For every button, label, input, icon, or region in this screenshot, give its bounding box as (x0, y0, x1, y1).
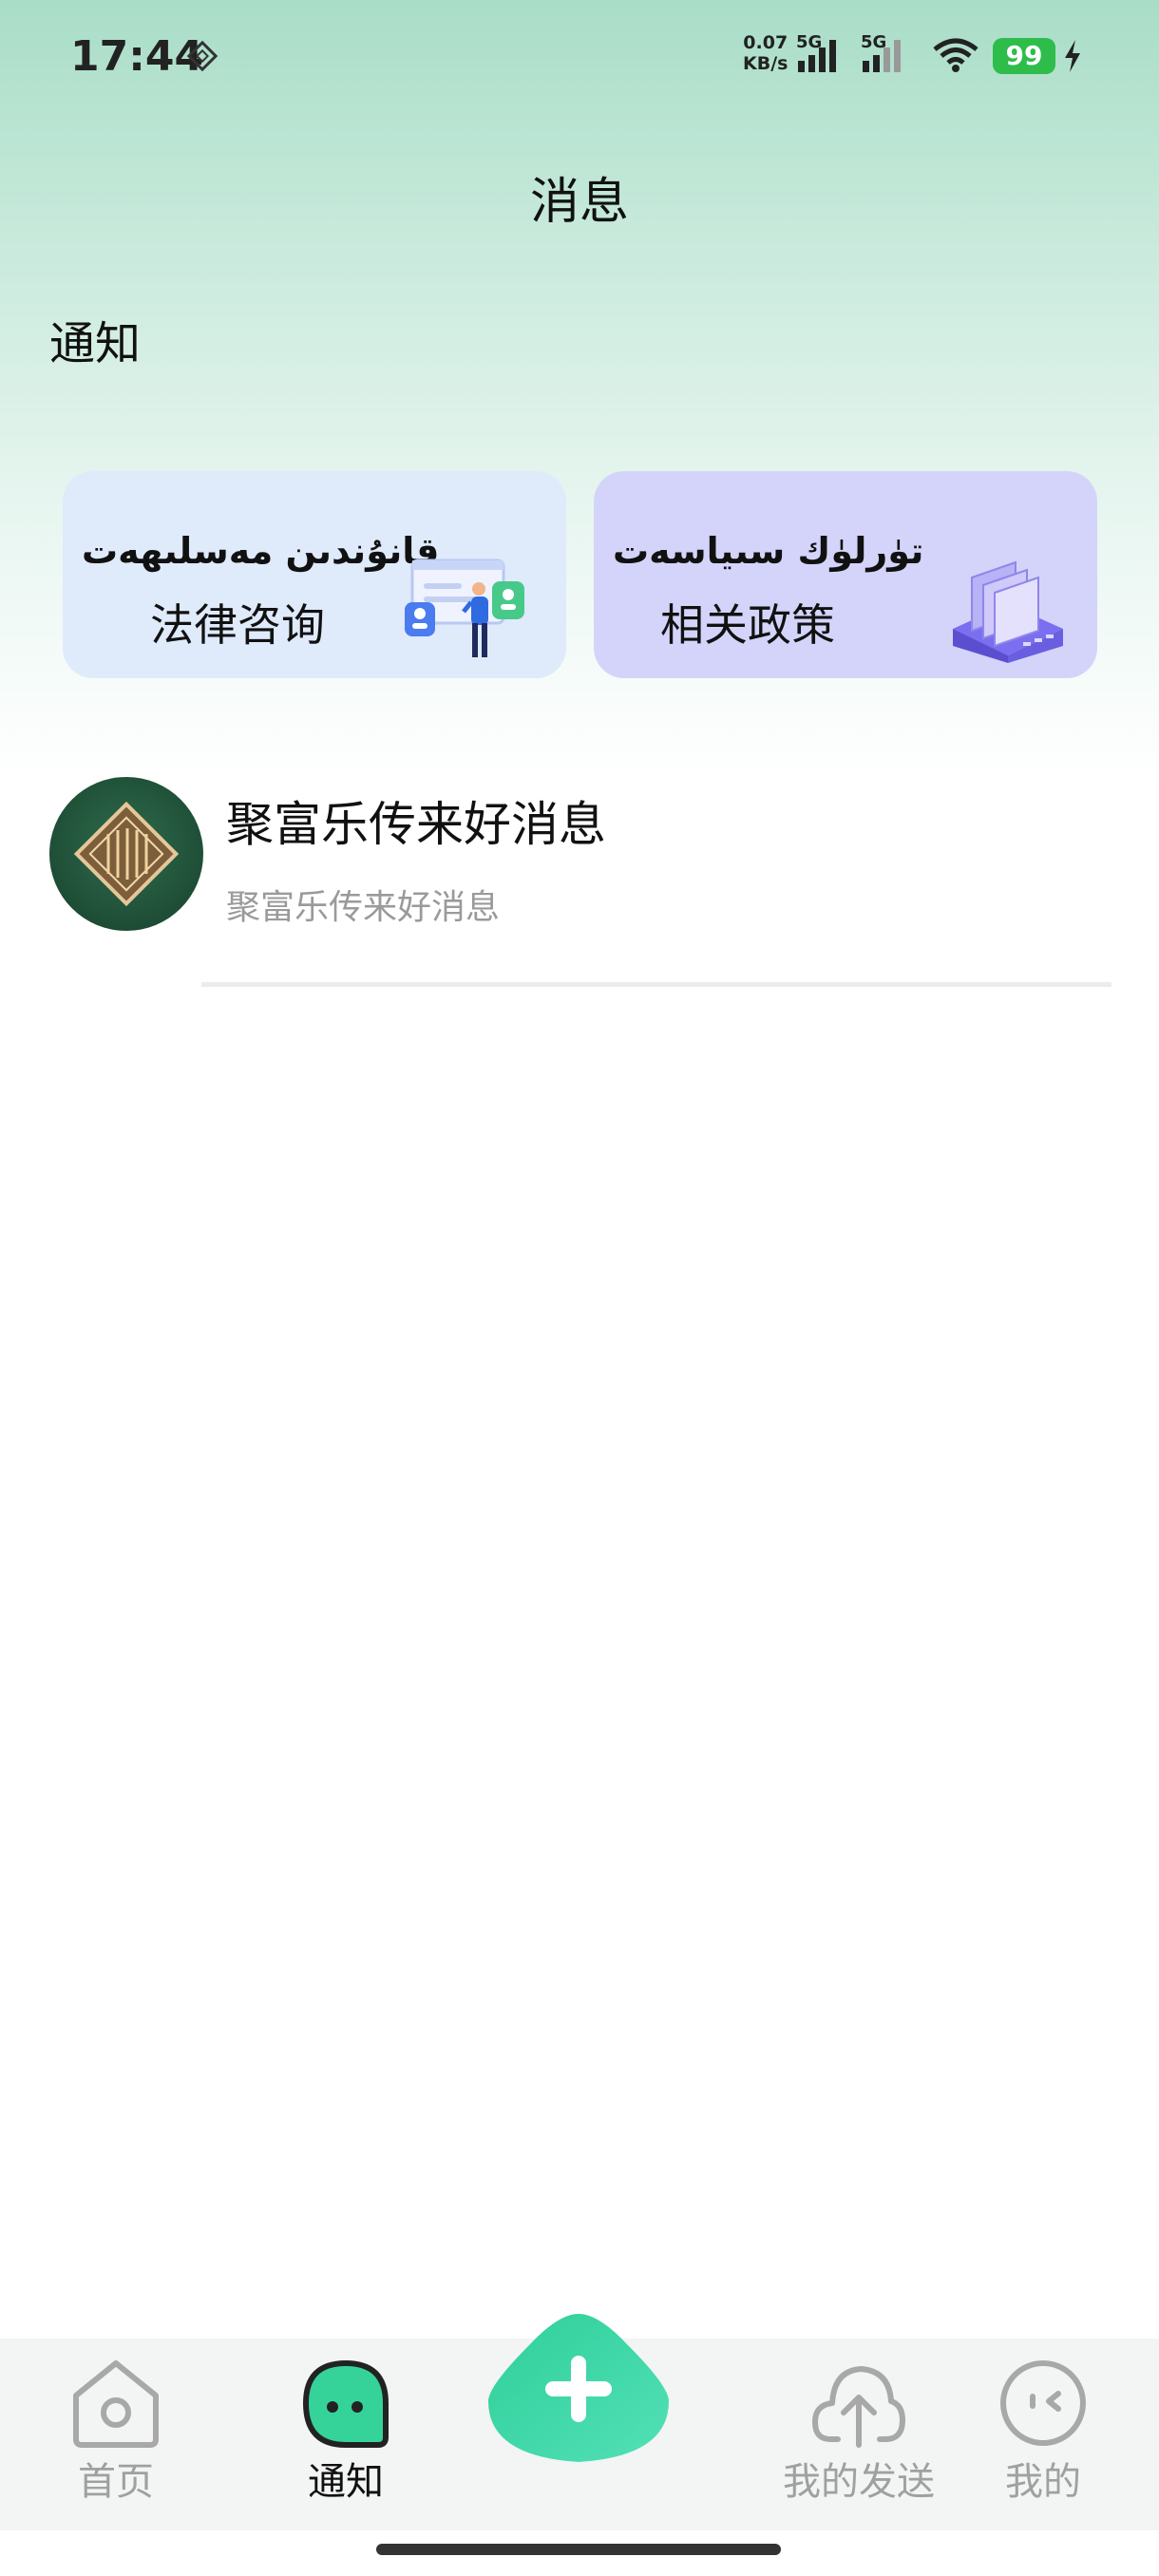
network-speed-unit: KB/s (743, 53, 788, 74)
policy-card[interactable]: تۈرلۈك سىياسەت 相关政策 (594, 471, 1097, 678)
message-title: 聚富乐传来好消息 (226, 797, 606, 852)
tab-my-sends[interactable]: 我的发送 (754, 2339, 963, 2530)
home-indicator (376, 2544, 781, 2555)
tab-notifications-label: 通知 (308, 2460, 384, 2504)
wifi-icon (933, 38, 978, 72)
battery-indicator: 99 (993, 38, 1055, 74)
diamond-notification-icon (186, 40, 218, 72)
sim2-signal-icon: 5G (861, 32, 904, 74)
card-chinese-title: 法律咨询 (150, 599, 325, 651)
legal-consult-illustration-icon (405, 559, 524, 657)
chat-bubble-icon (302, 2359, 389, 2448)
card-uyghur-title: قانۇندىن مەسلىھەت (82, 530, 440, 572)
tab-profile[interactable]: 我的 (956, 2339, 1130, 2530)
message-preview: 聚富乐传来好消息 (226, 888, 501, 927)
card-chinese-title: 相关政策 (660, 599, 835, 651)
card-uyghur-title: تۈرلۈك سىياسەت (613, 530, 924, 572)
cloud-upload-icon (812, 2366, 905, 2448)
tab-my-sends-label: 我的发送 (783, 2460, 935, 2504)
brand-logo-icon (73, 801, 180, 907)
tab-home[interactable]: 首页 (28, 2339, 203, 2530)
tab-profile-label: 我的 (1005, 2460, 1081, 2504)
face-icon (1000, 2360, 1086, 2446)
tab-home-label: 首页 (78, 2460, 154, 2504)
page-title: 消息 (529, 174, 629, 231)
home-icon (73, 2360, 159, 2448)
policy-server-illustration-icon (953, 560, 1063, 663)
section-label-notifications: 通知 (49, 317, 142, 370)
charging-bolt-icon (1065, 40, 1080, 72)
brand-logo-avatar[interactable] (49, 777, 203, 931)
create-post-button[interactable] (484, 2310, 673, 2466)
tab-notifications[interactable]: 通知 (258, 2339, 433, 2530)
legal-consult-card[interactable]: قانۇندىن مەسلىھەت 法律咨询 (63, 471, 566, 678)
list-divider (201, 982, 1112, 987)
network-speed-value: 0.07 (743, 32, 788, 53)
status-time: 17:44 (70, 32, 204, 81)
sim1-signal-icon: 5G (796, 32, 840, 74)
network-speed: 0.07 KB/s (743, 32, 788, 74)
